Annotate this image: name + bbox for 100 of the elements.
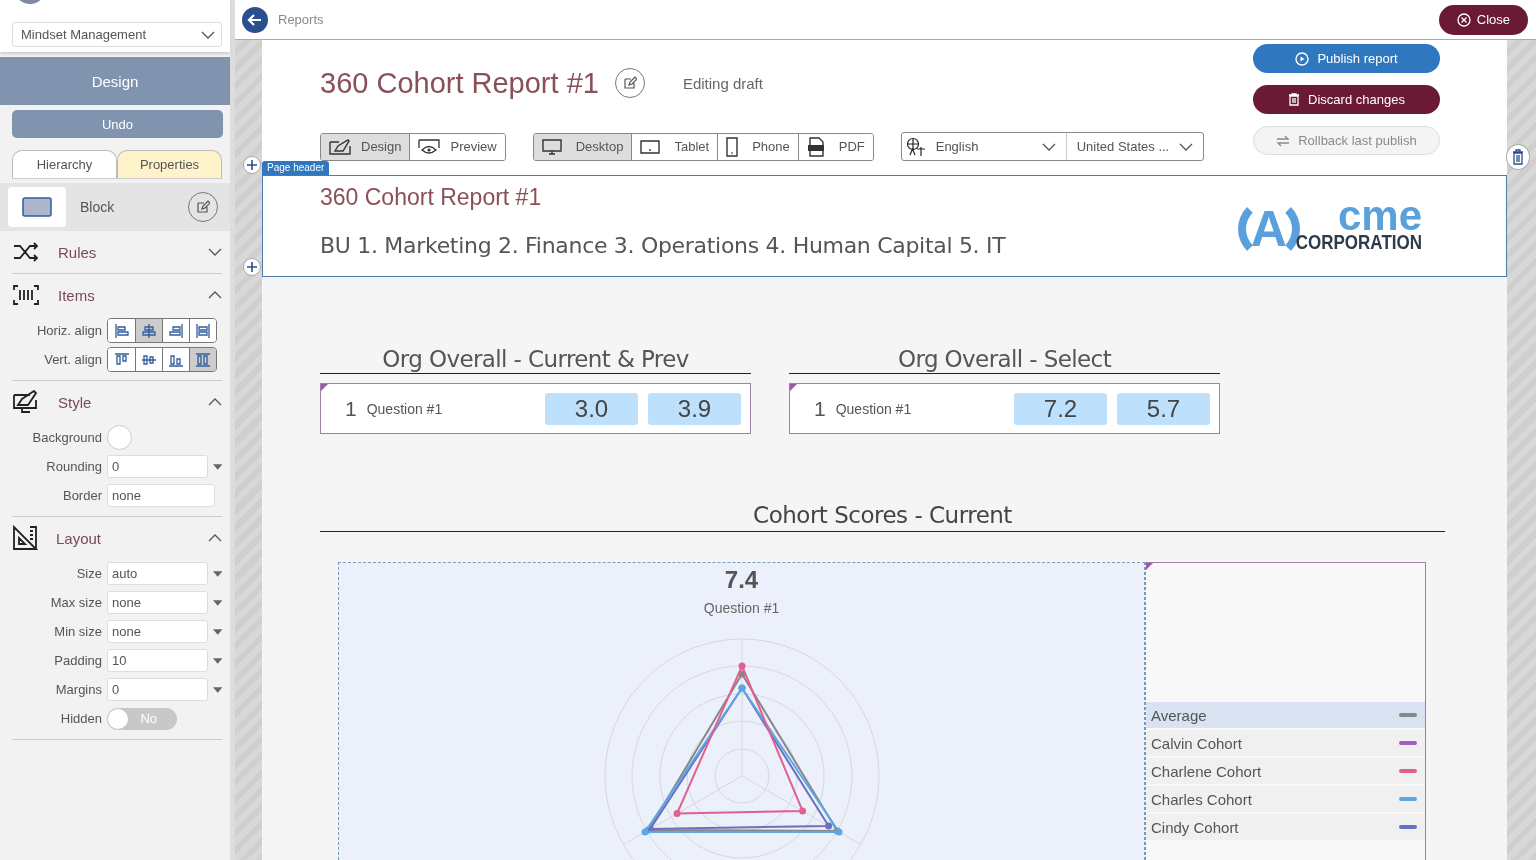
dropdown-arrow-icon[interactable] [212,463,222,470]
input-field[interactable]: none [107,591,208,614]
panel-tab[interactable]: Hierarchy [12,150,117,178]
legend-item[interactable]: Average [1146,702,1425,728]
pdf-file-icon [806,136,825,157]
field-label: Hidden [59,711,102,726]
header-subtitle: BU 1. Marketing 2. Finance 3. Operations 4. Human Capital 5. IT [320,233,1007,258]
align-button[interactable] [108,319,135,342]
account-select[interactable]: Mindset Management [12,22,222,47]
close-icon [1456,12,1471,27]
align-icon [140,321,158,340]
chevron-up-icon[interactable] [208,534,222,542]
score-value: 3.0 [545,392,638,425]
chevron-up-icon[interactable] [208,291,222,299]
align-button[interactable] [162,319,189,342]
legend-item[interactable]: Cindy Cohort [1146,814,1425,840]
section-title[interactable]: Rules [58,243,190,261]
section-title[interactable]: Items [58,286,190,304]
align-icon [167,321,185,340]
chevron-down-icon[interactable] [201,30,215,39]
section-title[interactable]: Layout [56,529,190,547]
breadcrumb-link[interactable]: Reports [278,12,1429,27]
device-tab[interactable]: PDF [797,133,873,160]
field-label: Margins [54,682,102,697]
question-label: Question #1 [366,400,444,417]
question-label: Question #1 [835,400,913,417]
legend-item[interactable]: Charlene Cohort [1146,758,1425,784]
monitor-icon [541,138,562,155]
align-button[interactable] [135,319,162,342]
legend-item[interactable]: Charles Cohort [1146,786,1425,812]
align-button[interactable] [108,348,135,371]
field-label: Rounding [45,459,102,474]
region-select[interactable]: United States ... [1065,133,1204,160]
align-icon [194,321,212,340]
score-value: 7.2 [1014,392,1107,425]
input-field[interactable]: 0 [107,678,208,701]
mode-header: Design [0,57,230,105]
align-segmented-control[interactable] [107,347,217,372]
field-label: Horiz. align [35,323,102,338]
dropdown-arrow-icon[interactable] [212,657,222,664]
input-field[interactable]: 10 [107,649,208,672]
field-label: Min size [53,624,102,639]
chart-subtitle: Question #1 [703,600,780,616]
input-field[interactable]: 0 [107,455,208,478]
select-field[interactable]: none [107,484,215,507]
dropdown-arrow-icon[interactable] [212,570,222,577]
ruler-triangle-icon [12,525,38,551]
device-switch[interactable]: Desktop Tablet Phone PDF [532,132,874,161]
align-segmented-control[interactable] [107,318,217,343]
field-label: Border [61,488,102,503]
play-circle-icon [1295,51,1310,66]
chevron-down-icon[interactable] [1041,142,1056,151]
section-heading: Cohort Scores - Current [320,502,1445,532]
question-number: 1 [345,396,357,421]
question-number: 1 [814,396,826,421]
field-label: Padding [53,653,102,668]
tablet-icon [640,139,661,154]
dropdown-arrow-icon[interactable] [212,599,222,606]
element-label: Block [80,199,116,215]
view-mode-tab[interactable]: Design [321,133,410,160]
view-mode-tab[interactable]: Preview [409,133,505,160]
field-label: Background [31,430,102,445]
draft-status: Editing draft [682,74,763,92]
translate-icon [905,136,926,157]
language-select[interactable]: English [901,133,1066,160]
chevron-up-icon[interactable] [208,398,222,406]
align-button[interactable] [189,319,216,342]
logo-word: cme [1337,198,1422,234]
barcode-frame-icon [12,284,40,306]
edit-icon [622,76,637,90]
view-mode-switch[interactable]: Design Preview [320,132,506,161]
field-label: Max size [49,595,102,610]
section-title[interactable]: Style [58,393,190,411]
card-title: Org Overall - Select [789,346,1220,374]
legend-item[interactable]: Calvin Cohort [1146,730,1425,756]
align-button[interactable] [189,348,216,371]
chevron-down-icon[interactable] [208,248,222,256]
chart-score: 7.4 [724,566,759,594]
align-button[interactable] [162,348,189,371]
score-value: 5.7 [1117,392,1210,425]
monitor-brush-icon [12,390,40,414]
input-field[interactable]: auto [107,562,208,585]
dropdown-arrow-icon[interactable] [212,686,222,693]
align-button[interactable] [135,348,162,371]
color-picker[interactable] [107,425,132,450]
field-label: Size [75,566,102,581]
device-tab[interactable]: Desktop [533,133,632,160]
report-title: 360 Cohort Report #1 [320,66,599,100]
input-field[interactable]: none [107,620,208,643]
action-button[interactable]: Publish report [1253,44,1440,73]
phone-icon [726,136,739,157]
align-icon [112,321,131,340]
dropdown-arrow-icon[interactable] [212,628,222,635]
score-value: 3.9 [648,392,741,425]
chevron-down-icon[interactable] [1179,142,1194,151]
panel-tab[interactable]: Properties [117,150,222,178]
action-button[interactable]: Discard changes [1253,85,1440,114]
close-button[interactable]: Close [1438,4,1528,35]
header-title: 360 Cohort Report #1 [320,184,543,211]
swap-arrows-icon [1276,134,1291,147]
